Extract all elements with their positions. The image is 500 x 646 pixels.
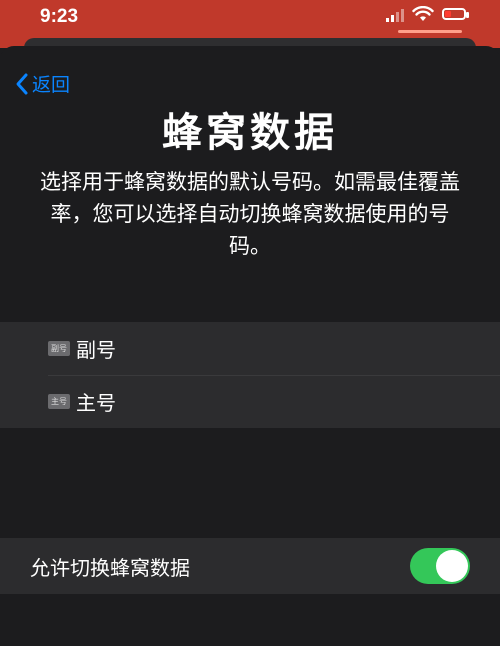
allow-switching-row: 允许切换蜂窝数据 <box>0 538 500 594</box>
battery-low-icon <box>442 8 469 20</box>
cellular-signal-icon <box>386 6 404 22</box>
line-option-primary[interactable]: 主号 主号 <box>0 375 500 428</box>
sim-badge: 副号 <box>48 341 70 356</box>
sim-badge: 主号 <box>48 394 70 409</box>
back-button[interactable]: 返回 <box>14 70 70 97</box>
line-selection-list: 副号 副号 主号 主号 <box>0 322 500 428</box>
page-title: 蜂窝数据 <box>162 110 338 156</box>
status-icons <box>386 6 469 22</box>
chevron-left-icon <box>16 73 28 94</box>
back-label: 返回 <box>32 74 71 96</box>
line-label: 副号 <box>76 338 116 362</box>
allow-switching-toggle[interactable] <box>410 548 470 584</box>
home-indicator <box>398 30 462 33</box>
page-description: 选择用于蜂窝数据的默认号码。如需最佳覆盖率，您可以选择自动切换蜂窝数据使用的号码… <box>40 170 460 258</box>
line-option-secondary[interactable]: 副号 副号 <box>0 322 500 375</box>
status-time: 9:23 <box>40 6 79 27</box>
allow-switching-label: 允许切换蜂窝数据 <box>30 555 190 580</box>
wifi-icon <box>412 6 434 21</box>
toggle-knob <box>436 550 468 582</box>
line-label: 主号 <box>76 391 116 415</box>
